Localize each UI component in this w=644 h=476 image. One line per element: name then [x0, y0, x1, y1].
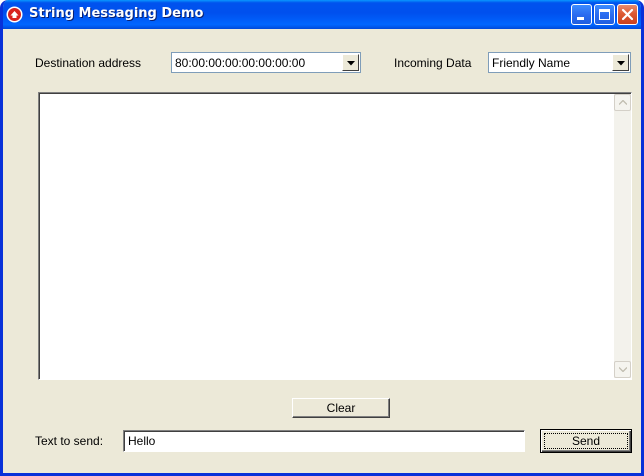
text-to-send-label: Text to send: — [35, 434, 104, 448]
send-button-label: Send — [571, 434, 601, 448]
window-title: String Messaging Demo — [29, 6, 204, 21]
title-bar[interactable]: String Messaging Demo — [3, 0, 641, 29]
scroll-up-arrow-icon — [619, 100, 627, 105]
close-icon — [621, 8, 634, 21]
incoming-data-combo[interactable]: Friendly Name — [488, 52, 631, 73]
destination-address-value: 80:00:00:00:00:00:00:00 — [175, 56, 306, 70]
app-logo-icon[interactable] — [6, 6, 23, 23]
maximize-icon — [599, 9, 610, 20]
chevron-down-icon — [617, 61, 625, 66]
minimize-button[interactable] — [571, 4, 592, 25]
destination-dropdown-button[interactable] — [342, 54, 359, 71]
scroll-down-arrow-icon — [619, 367, 627, 372]
chevron-down-icon — [347, 61, 355, 66]
app-window: String Messaging Demo Destination addres… — [0, 0, 644, 476]
close-button[interactable] — [617, 4, 638, 25]
send-button[interactable]: Send — [540, 429, 632, 453]
scroll-up-button[interactable] — [614, 94, 631, 111]
clear-button[interactable]: Clear — [292, 398, 390, 418]
minimize-icon — [577, 17, 584, 20]
clear-button-label: Clear — [326, 401, 356, 415]
incoming-data-label: Incoming Data — [394, 56, 472, 70]
text-to-send-input[interactable]: Hello — [123, 430, 525, 452]
scroll-down-button[interactable] — [614, 361, 631, 378]
text-to-send-value: Hello — [128, 434, 156, 448]
messages-textarea[interactable] — [38, 92, 632, 380]
messages-scrollbar[interactable] — [614, 94, 631, 378]
incoming-data-value: Friendly Name — [492, 56, 571, 70]
destination-address-combo[interactable]: 80:00:00:00:00:00:00:00 — [171, 52, 361, 73]
destination-address-label: Destination address — [35, 56, 142, 70]
incoming-dropdown-button[interactable] — [612, 54, 629, 71]
maximize-button[interactable] — [594, 4, 615, 25]
